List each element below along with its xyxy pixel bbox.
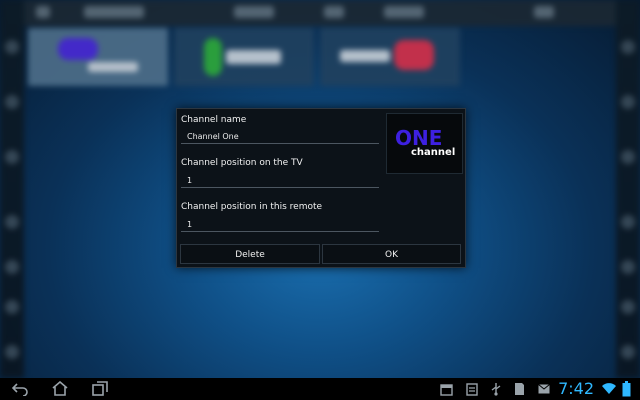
system-navigation-bar: 7:42	[0, 378, 640, 400]
background-tab	[234, 6, 274, 18]
background-tab	[36, 6, 50, 18]
background-channel-strip	[24, 28, 616, 88]
background-logo	[204, 38, 222, 76]
rail-icon	[5, 150, 19, 164]
delete-button[interactable]: Delete	[180, 244, 320, 264]
notes-icon[interactable]	[466, 383, 478, 396]
background-logo	[340, 50, 390, 62]
rail-icon	[621, 95, 635, 109]
sd-card-icon[interactable]	[514, 382, 525, 396]
rail-icon	[5, 95, 19, 109]
battery-icon	[622, 381, 631, 397]
channel-logo[interactable]: ONE channel	[386, 113, 463, 174]
background-tab	[324, 6, 344, 18]
ok-button[interactable]: OK	[322, 244, 461, 264]
background-tab	[84, 6, 144, 18]
rail-icon	[5, 215, 19, 229]
back-icon[interactable]	[12, 382, 28, 396]
rail-icon	[5, 345, 19, 359]
tv-position-field[interactable]: 1	[181, 173, 379, 188]
remote-position-field[interactable]: 1	[181, 217, 379, 232]
home-icon[interactable]	[52, 381, 68, 396]
rail-icon	[5, 260, 19, 274]
rail-icon	[621, 150, 635, 164]
rail-icon	[621, 215, 635, 229]
tv-position-label: Channel position on the TV	[181, 158, 303, 168]
background-channel-tile	[28, 28, 168, 86]
background-tab	[534, 6, 554, 18]
wifi-icon	[602, 383, 616, 394]
clock[interactable]: 7:42	[558, 379, 594, 398]
usb-icon[interactable]	[490, 382, 502, 396]
channel-logo-channel-text: channel	[411, 147, 456, 158]
rail-icon	[5, 300, 19, 314]
background-logo	[226, 50, 281, 64]
channel-name-field[interactable]: Channel One	[181, 129, 379, 144]
edit-channel-dialog: Channel name Channel One Channel positio…	[176, 108, 466, 268]
rail-icon	[621, 345, 635, 359]
remote-position-label: Channel position in this remote	[181, 202, 323, 212]
background-tab	[384, 6, 424, 18]
rail-icon	[621, 300, 635, 314]
background-logo	[394, 40, 434, 70]
right-rail	[616, 0, 640, 378]
rail-icon	[621, 40, 635, 54]
background-top-bar	[24, 0, 616, 26]
background-logo	[88, 62, 138, 72]
background-channel-tile	[320, 28, 460, 86]
channel-name-label: Channel name	[181, 115, 247, 125]
background-channel-tile	[174, 28, 314, 86]
email-icon[interactable]	[538, 384, 550, 394]
calendar-icon[interactable]	[440, 383, 453, 396]
rail-icon	[621, 260, 635, 274]
recent-apps-icon[interactable]	[92, 381, 108, 396]
rail-icon	[5, 40, 19, 54]
left-rail	[0, 0, 24, 378]
background-logo	[58, 38, 98, 60]
